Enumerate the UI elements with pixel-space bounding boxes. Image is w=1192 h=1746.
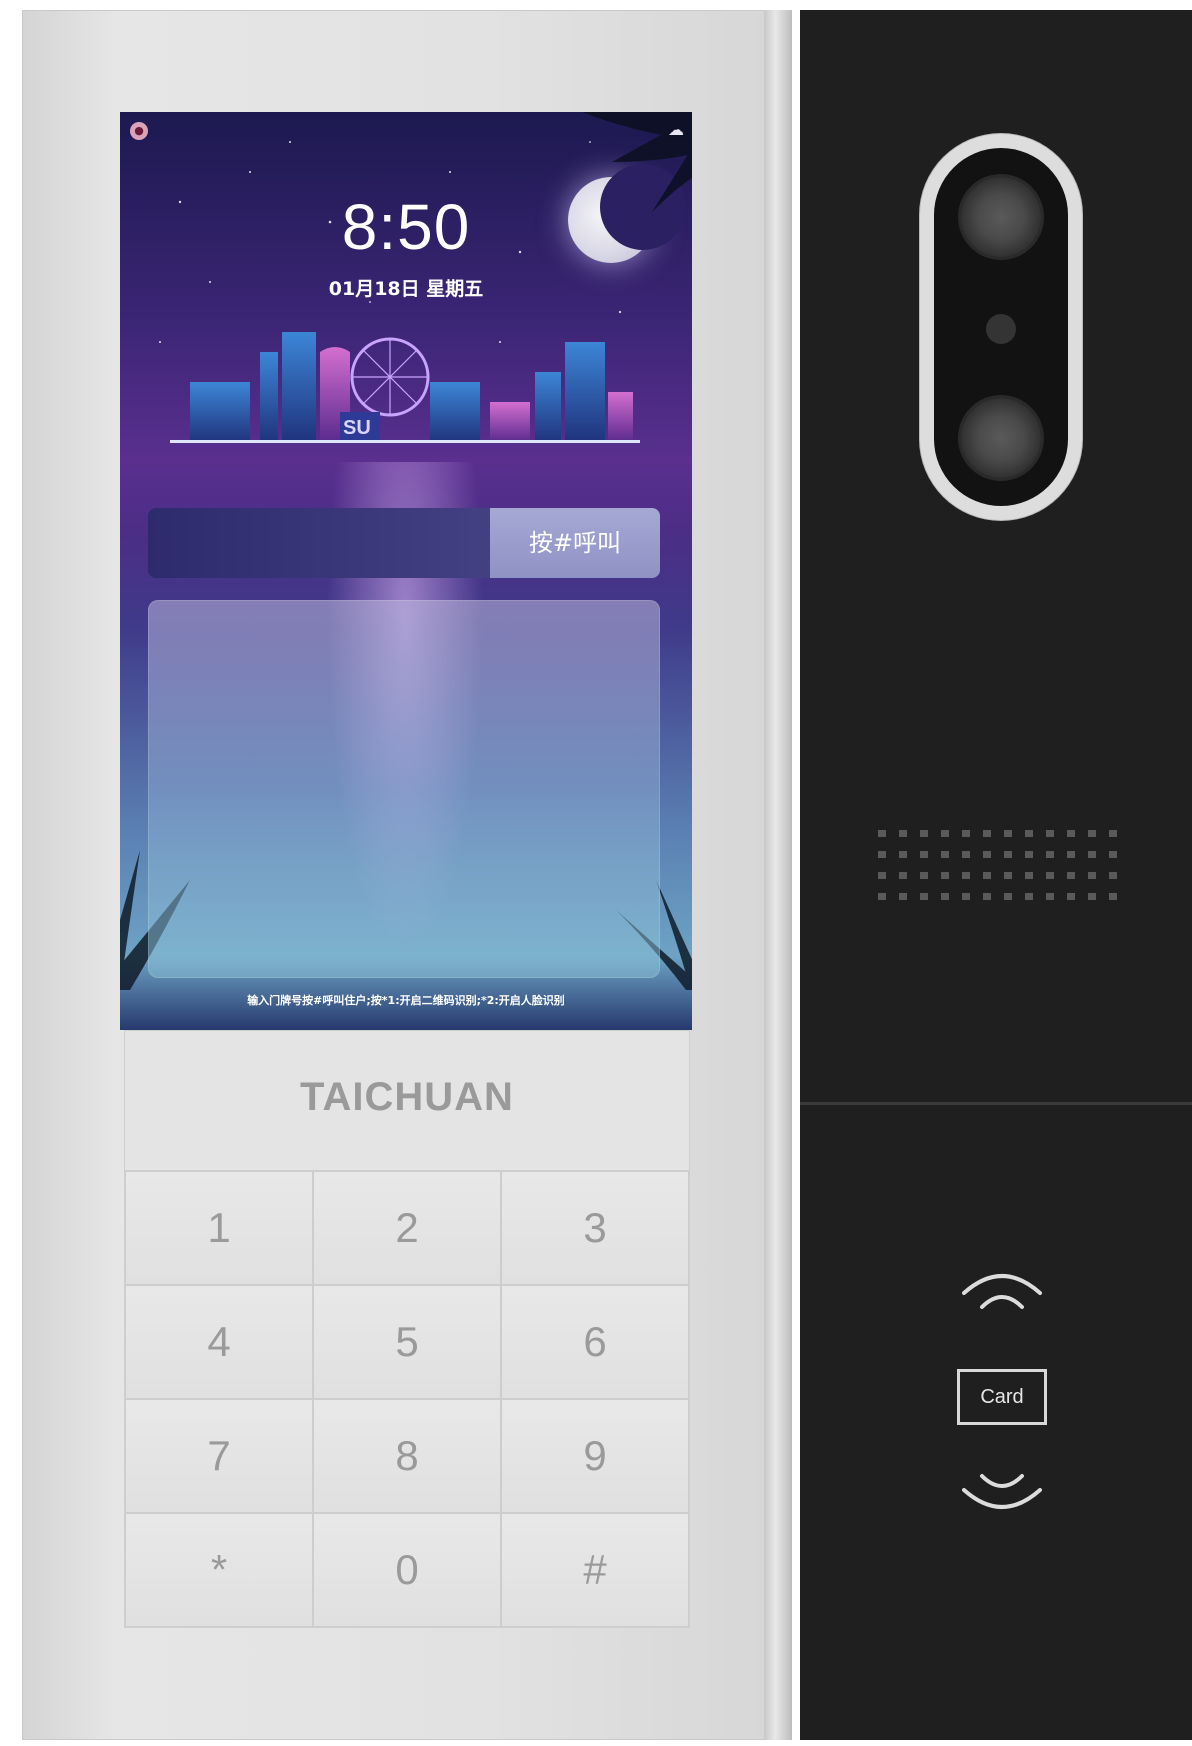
clock-date: 01月18日 星期五 xyxy=(328,278,484,300)
device-seam xyxy=(764,10,792,1740)
nfc-wave-icon xyxy=(962,1274,1042,1309)
camera-lens-icon xyxy=(961,177,1041,257)
display-screen: ● ☁ 8:50 01月18日 星期五 SU 按#呼叫 输入门牌号按#呼叫住户;… xyxy=(120,112,692,1030)
key-2[interactable]: 2 xyxy=(313,1171,501,1285)
key-7[interactable]: 7 xyxy=(125,1399,313,1513)
key-star[interactable]: * xyxy=(125,1513,313,1627)
brand-area: TAICHUAN xyxy=(124,1030,690,1171)
key-8[interactable]: 8 xyxy=(313,1399,501,1513)
camera-lens-icon xyxy=(961,398,1041,478)
speaker-grille-icon xyxy=(878,830,1117,900)
key-1[interactable]: 1 xyxy=(125,1171,313,1285)
key-3[interactable]: 3 xyxy=(501,1171,689,1285)
key-6[interactable]: 6 xyxy=(501,1285,689,1399)
call-button[interactable]: 按#呼叫 xyxy=(490,508,660,578)
key-4[interactable]: 4 xyxy=(125,1285,313,1399)
call-input-box: 按#呼叫 xyxy=(148,508,660,578)
key-9[interactable]: 9 xyxy=(501,1399,689,1513)
card-reader-label: Card xyxy=(957,1369,1047,1425)
skyline-sign: SU xyxy=(343,417,371,439)
cloud-icon: ☁ xyxy=(668,120,684,139)
keypad: 1 2 3 4 5 6 7 8 9 * 0 # xyxy=(124,1170,690,1628)
key-hash[interactable]: # xyxy=(501,1513,689,1627)
key-0[interactable]: 0 xyxy=(313,1513,501,1627)
key-5[interactable]: 5 xyxy=(313,1285,501,1399)
instruction-hint: 输入门牌号按#呼叫住户;按*1:开启二维码识别;*2:开启人脸识别 xyxy=(247,994,565,1007)
room-number-input[interactable] xyxy=(148,508,490,578)
clock-time: 8:50 xyxy=(341,191,471,263)
ir-sensor-icon xyxy=(986,314,1016,344)
content-panel xyxy=(148,600,660,978)
city-skyline: SU xyxy=(170,332,640,443)
nfc-wave-icon xyxy=(962,1474,1042,1509)
face-recognition-icon: ● xyxy=(130,122,148,140)
brand-logo: TAICHUAN xyxy=(300,1075,514,1119)
